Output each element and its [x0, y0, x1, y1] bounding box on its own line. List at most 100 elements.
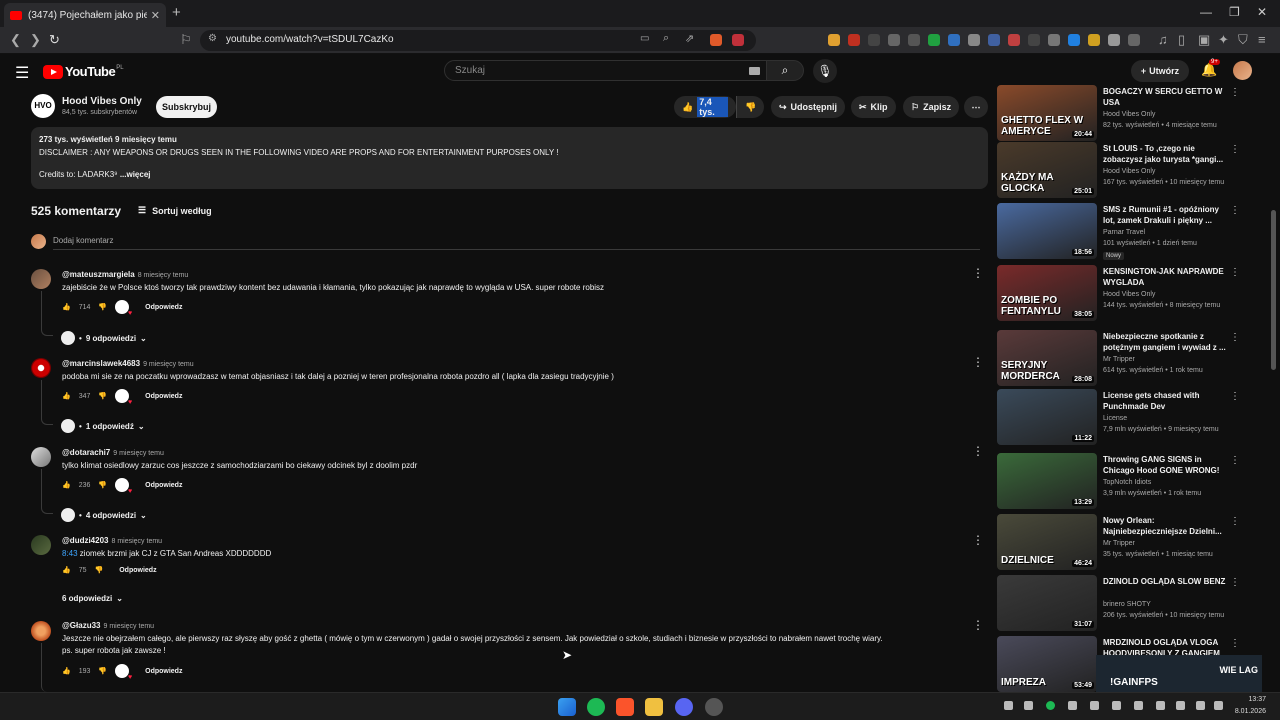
reply-button[interactable]: Odpowiedz — [145, 393, 182, 400]
vpn-icon[interactable]: ⛉ — [1238, 32, 1248, 48]
reply-button[interactable]: Odpowiedz — [145, 668, 182, 675]
like-button[interactable]: 👍 7,4 tys. — [674, 96, 736, 118]
address-bar[interactable]: ⚙ youtube.com/watch?v=tSDUL7CazKo ▭ ⌕ ⇗ — [200, 30, 756, 51]
volume-icon[interactable] — [1196, 701, 1205, 710]
extension-icon[interactable] — [1068, 34, 1080, 46]
tray-icon[interactable] — [1068, 701, 1077, 710]
video-menu-icon[interactable]: ⋮ — [1230, 144, 1240, 155]
thumbs-down-icon[interactable]: 👎 — [95, 566, 104, 574]
video-menu-icon[interactable]: ⋮ — [1230, 455, 1240, 466]
clip-button[interactable]: ✂ Klip — [851, 96, 896, 118]
thumbs-up-icon[interactable]: 👍 — [62, 481, 71, 489]
comment-avatar[interactable] — [31, 535, 51, 555]
comment-avatar[interactable] — [31, 358, 51, 378]
new-tab-icon[interactable]: + — [172, 4, 181, 21]
channel-name[interactable]: Hood Vibes Only — [62, 96, 142, 107]
video-thumbnail[interactable]: 18:56 — [997, 203, 1097, 259]
leo-ai-icon[interactable]: ✦ — [1218, 32, 1229, 48]
system-clock[interactable]: 13:37 8.01.2026 — [1235, 694, 1266, 718]
video-title[interactable]: St LOUIS - To ,czego nie zobaczysz jako … — [1103, 143, 1227, 165]
extensions-puzzle-icon[interactable] — [1108, 34, 1120, 46]
video-channel[interactable]: License — [1103, 415, 1127, 422]
playlist-icon[interactable]: ♫ — [1158, 32, 1168, 47]
menu-icon[interactable]: ≡ — [1258, 32, 1266, 47]
comment-avatar[interactable] — [31, 269, 51, 289]
extension-icon[interactable] — [1048, 34, 1060, 46]
video-menu-icon[interactable]: ⋮ — [1230, 87, 1240, 98]
sort-comments-button[interactable]: ☰ Sortuj według — [138, 205, 212, 216]
related-video-item[interactable]: DZIELNICE 46:24 Nowy Orlean: Najniebezpiec… — [997, 514, 1252, 572]
tray-icon[interactable] — [1024, 701, 1033, 710]
extension-icon[interactable] — [1028, 34, 1040, 46]
show-replies-button[interactable]: • 1 odpowiedź ⌄ — [61, 419, 145, 433]
video-channel[interactable]: Parnar Travel — [1103, 229, 1145, 236]
thumbs-down-icon[interactable]: 👎 — [98, 481, 107, 489]
search-input[interactable]: Szukaj — [444, 60, 767, 81]
comment-author[interactable]: @dudzi4203 8 miesięcy temu — [62, 536, 162, 545]
video-thumbnail[interactable]: 11:22 — [997, 389, 1097, 445]
comment-author[interactable]: @mateuszmargiela 8 miesięcy temu — [62, 270, 188, 279]
more-actions-button[interactable]: ⋯ — [964, 96, 988, 118]
video-title[interactable]: DZINOLD OGLĄDA SLOW BENZ — [1103, 576, 1227, 587]
microphone-tray-icon[interactable] — [1176, 701, 1185, 710]
forward-icon[interactable]: ❯ — [30, 32, 41, 48]
video-menu-icon[interactable]: ⋮ — [1230, 267, 1240, 278]
extension-icon[interactable] — [988, 34, 1000, 46]
show-replies-button[interactable]: • 9 odpowiedzi ⌄ — [61, 331, 147, 345]
brave-shield-icon[interactable] — [710, 34, 722, 46]
video-title[interactable]: BOGACZY W SERCU GETTO W USA — [1103, 86, 1227, 108]
share-page-icon[interactable]: ⇗ — [685, 32, 694, 45]
video-thumbnail[interactable]: GHETTO FLEX W AMERYCE 20:44 — [997, 85, 1097, 141]
video-channel[interactable]: TopNotch Idiots — [1103, 479, 1151, 486]
related-video-item[interactable]: 31:07 DZINOLD OGLĄDA SLOW BENZ brinero SHO… — [997, 575, 1252, 633]
comment-avatar[interactable] — [31, 447, 51, 467]
comment-avatar[interactable] — [31, 621, 51, 641]
close-tab-icon[interactable]: ✕ — [151, 9, 160, 22]
related-video-item[interactable]: 18:56 SMS z Rumunii #1 - opóźniony lot, z… — [997, 203, 1252, 261]
sidebar-icon[interactable]: ▯ — [1178, 32, 1185, 48]
show-replies-button[interactable]: • 4 odpowiedzi ⌄ — [61, 508, 147, 522]
extension-icon[interactable] — [888, 34, 900, 46]
comment-menu-icon[interactable]: ⋮ — [972, 355, 984, 369]
video-thumbnail[interactable]: IMPREZA 53:49 — [997, 636, 1097, 692]
thumbs-down-icon[interactable]: 👎 — [98, 303, 107, 311]
wallet-icon[interactable]: ▣ — [1198, 32, 1210, 48]
thumbs-up-icon[interactable]: 👍 — [62, 303, 71, 311]
video-thumbnail[interactable]: 31:07 — [997, 575, 1097, 631]
video-menu-icon[interactable]: ⋮ — [1230, 205, 1240, 216]
tray-icon[interactable] — [1112, 701, 1121, 710]
related-video-item[interactable]: GHETTO FLEX W AMERYCE 20:44 BOGACZY W SERC… — [997, 85, 1252, 143]
video-title[interactable]: License gets chased with Punchmade Dev — [1103, 390, 1227, 412]
extension-icon[interactable] — [928, 34, 940, 46]
add-comment-input[interactable]: Dodaj komentarz — [53, 236, 113, 245]
comment-author[interactable]: @dotarachi7 9 miesięcy temu — [62, 448, 164, 457]
video-title[interactable]: Nowy Orlean: Najniebezpieczniejsze Dziel… — [1103, 515, 1227, 537]
video-thumbnail[interactable]: ZOMBIE PO FENTANYLU 38:05 — [997, 265, 1097, 321]
screenshot-icon[interactable] — [1128, 34, 1140, 46]
extension-icon[interactable] — [1008, 34, 1020, 46]
comment-menu-icon[interactable]: ⋮ — [972, 618, 984, 632]
extension-icon[interactable] — [828, 34, 840, 46]
extension-icon[interactable] — [868, 34, 880, 46]
comment-menu-icon[interactable]: ⋮ — [972, 444, 984, 458]
extension-icon[interactable] — [968, 34, 980, 46]
site-info-icon[interactable]: ⚙ — [208, 33, 217, 44]
video-title[interactable]: SMS z Rumunii #1 - opóźniony lot, zamek … — [1103, 204, 1227, 226]
subscribe-button[interactable]: Subskrybuj — [156, 96, 217, 118]
obs-icon[interactable] — [705, 698, 723, 716]
thumbs-down-icon[interactable]: 👎 — [98, 667, 107, 675]
video-menu-icon[interactable]: ⋮ — [1230, 391, 1240, 402]
spotify-tray-icon[interactable] — [1046, 701, 1055, 710]
network-icon[interactable] — [1156, 701, 1165, 710]
reply-button[interactable]: Odpowiedz — [145, 304, 182, 311]
thumbs-down-icon[interactable]: 👎 — [98, 392, 107, 400]
video-thumbnail[interactable]: KAŻDY MA GLOCKA 25:01 — [997, 142, 1097, 198]
comment-menu-icon[interactable]: ⋮ — [972, 266, 984, 280]
video-channel[interactable]: Hood Vibes Only — [1103, 291, 1155, 298]
brave-rewards-icon[interactable] — [732, 34, 744, 46]
cast-icon[interactable]: ▭ — [640, 33, 649, 44]
search-button[interactable]: ⌕ — [766, 60, 804, 81]
video-channel[interactable]: Hood Vibes Only — [1103, 111, 1155, 118]
related-video-item[interactable]: KAŻDY MA GLOCKA 25:01 St LOUIS - To ,czego… — [997, 142, 1252, 200]
video-thumbnail[interactable]: DZIELNICE 46:24 — [997, 514, 1097, 570]
